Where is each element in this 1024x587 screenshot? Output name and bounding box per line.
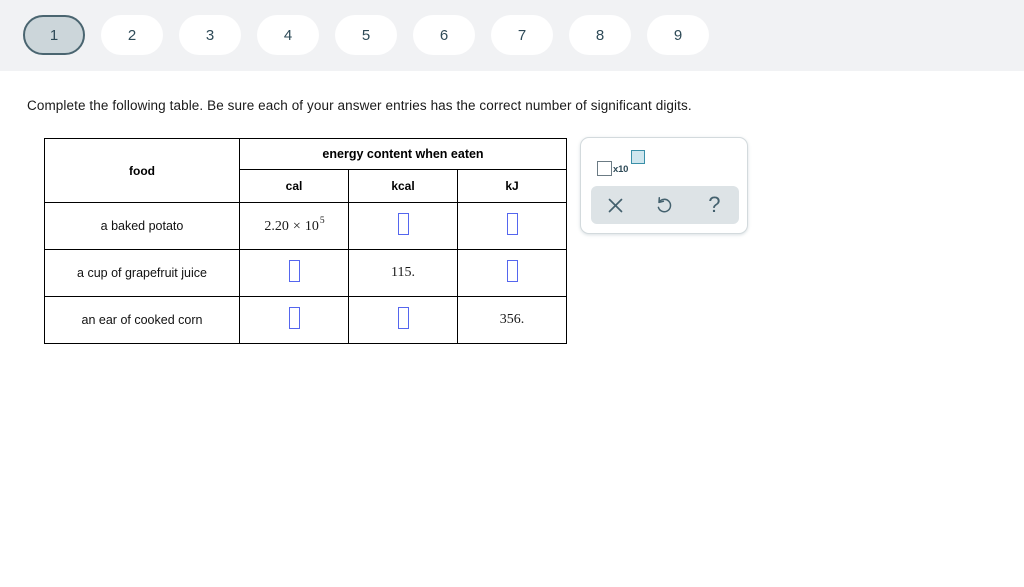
tab-label: 2: [127, 26, 137, 44]
tab-label: 9: [673, 26, 683, 44]
scientific-notation-button[interactable]: x10: [597, 150, 645, 178]
tab-list: 1 2 3 4 5 6 7 8 9: [23, 15, 725, 55]
tab-question-8[interactable]: 8: [569, 15, 631, 55]
table-body: a baked potato 2.20 × 105 a cup of grapefr…: [44, 202, 567, 344]
times-ten-label: x10: [613, 164, 629, 175]
food-name-cell: a cup of grapefruit juice: [44, 249, 240, 297]
multiplication-sign: ×: [292, 218, 301, 234]
mantissa: 2.20: [264, 218, 289, 234]
value-cell-kcal: 115.: [348, 249, 458, 297]
energy-content-table-container: food energy content when eaten cal kcal …: [44, 138, 567, 344]
tab-label: 7: [517, 26, 527, 44]
answer-input-kcal[interactable]: [397, 306, 409, 329]
question-prompt: Complete the following table. Be sure ea…: [27, 98, 692, 113]
close-icon: [608, 198, 623, 212]
tab-label: 6: [439, 26, 449, 44]
food-name-cell: a baked potato: [44, 202, 240, 250]
table-row: a baked potato 2.20 × 105: [44, 202, 567, 250]
answer-input-cal[interactable]: [288, 306, 300, 329]
base: 10: [304, 218, 319, 234]
answer-input-kj[interactable]: [506, 212, 518, 235]
column-header-cal: cal: [239, 169, 349, 203]
column-header-kj: kJ: [457, 169, 567, 203]
tab-label: 1: [49, 26, 59, 44]
value-cell-kj: 356.: [457, 296, 567, 344]
energy-content-table: food energy content when eaten cal kcal …: [44, 138, 567, 344]
food-name-cell: an ear of cooked corn: [44, 296, 240, 344]
column-group-header-energy: energy content when eaten: [239, 138, 567, 170]
answer-input-kcal[interactable]: [397, 212, 409, 235]
answer-input-cal[interactable]: [288, 259, 300, 282]
tab-label: 8: [595, 26, 605, 44]
tab-question-9[interactable]: 9: [647, 15, 709, 55]
column-header-kcal: kcal: [348, 169, 458, 203]
answer-tool-palette: x10 ?: [580, 137, 748, 234]
tab-question-7[interactable]: 7: [491, 15, 553, 55]
tab-label: 3: [205, 26, 215, 44]
tab-question-3[interactable]: 3: [179, 15, 241, 55]
help-button[interactable]: ?: [697, 190, 731, 220]
tab-question-5[interactable]: 5: [335, 15, 397, 55]
exponent: 5: [319, 216, 325, 227]
value-cell-cal: [239, 249, 349, 297]
mantissa-placeholder-icon: [597, 161, 612, 176]
value-cell-kcal: [348, 202, 458, 250]
table-header-row-1: food energy content when eaten: [44, 138, 567, 203]
undo-button[interactable]: [648, 190, 682, 220]
value-cell-cal: [239, 296, 349, 344]
answer-input-kj[interactable]: [506, 259, 518, 282]
tab-question-6[interactable]: 6: [413, 15, 475, 55]
exponent-placeholder-icon: [631, 150, 645, 164]
value-cell-cal: 2.20 × 105: [239, 202, 349, 250]
tab-label: 5: [361, 26, 371, 44]
undo-icon: [658, 196, 672, 212]
scientific-notation-value: 2.20 × 105: [264, 216, 325, 234]
tab-question-2[interactable]: 2: [101, 15, 163, 55]
table-row: a cup of grapefruit juice 115.: [44, 249, 567, 297]
table-head: food energy content when eaten cal kcal …: [44, 138, 567, 203]
tab-question-1[interactable]: 1: [23, 15, 85, 55]
tab-question-4[interactable]: 4: [257, 15, 319, 55]
question-mark-icon: ?: [708, 192, 721, 217]
value-cell-kj: [457, 202, 567, 250]
value-cell-kcal: [348, 296, 458, 344]
question-tab-bar: 1 2 3 4 5 6 7 8 9: [0, 0, 1024, 71]
table-row: an ear of cooked corn 356.: [44, 296, 567, 344]
value-cell-kj: [457, 249, 567, 297]
tab-label: 4: [283, 26, 293, 44]
palette-action-bar: ?: [591, 186, 739, 224]
clear-button[interactable]: [599, 190, 633, 220]
column-header-food: food: [44, 138, 240, 203]
